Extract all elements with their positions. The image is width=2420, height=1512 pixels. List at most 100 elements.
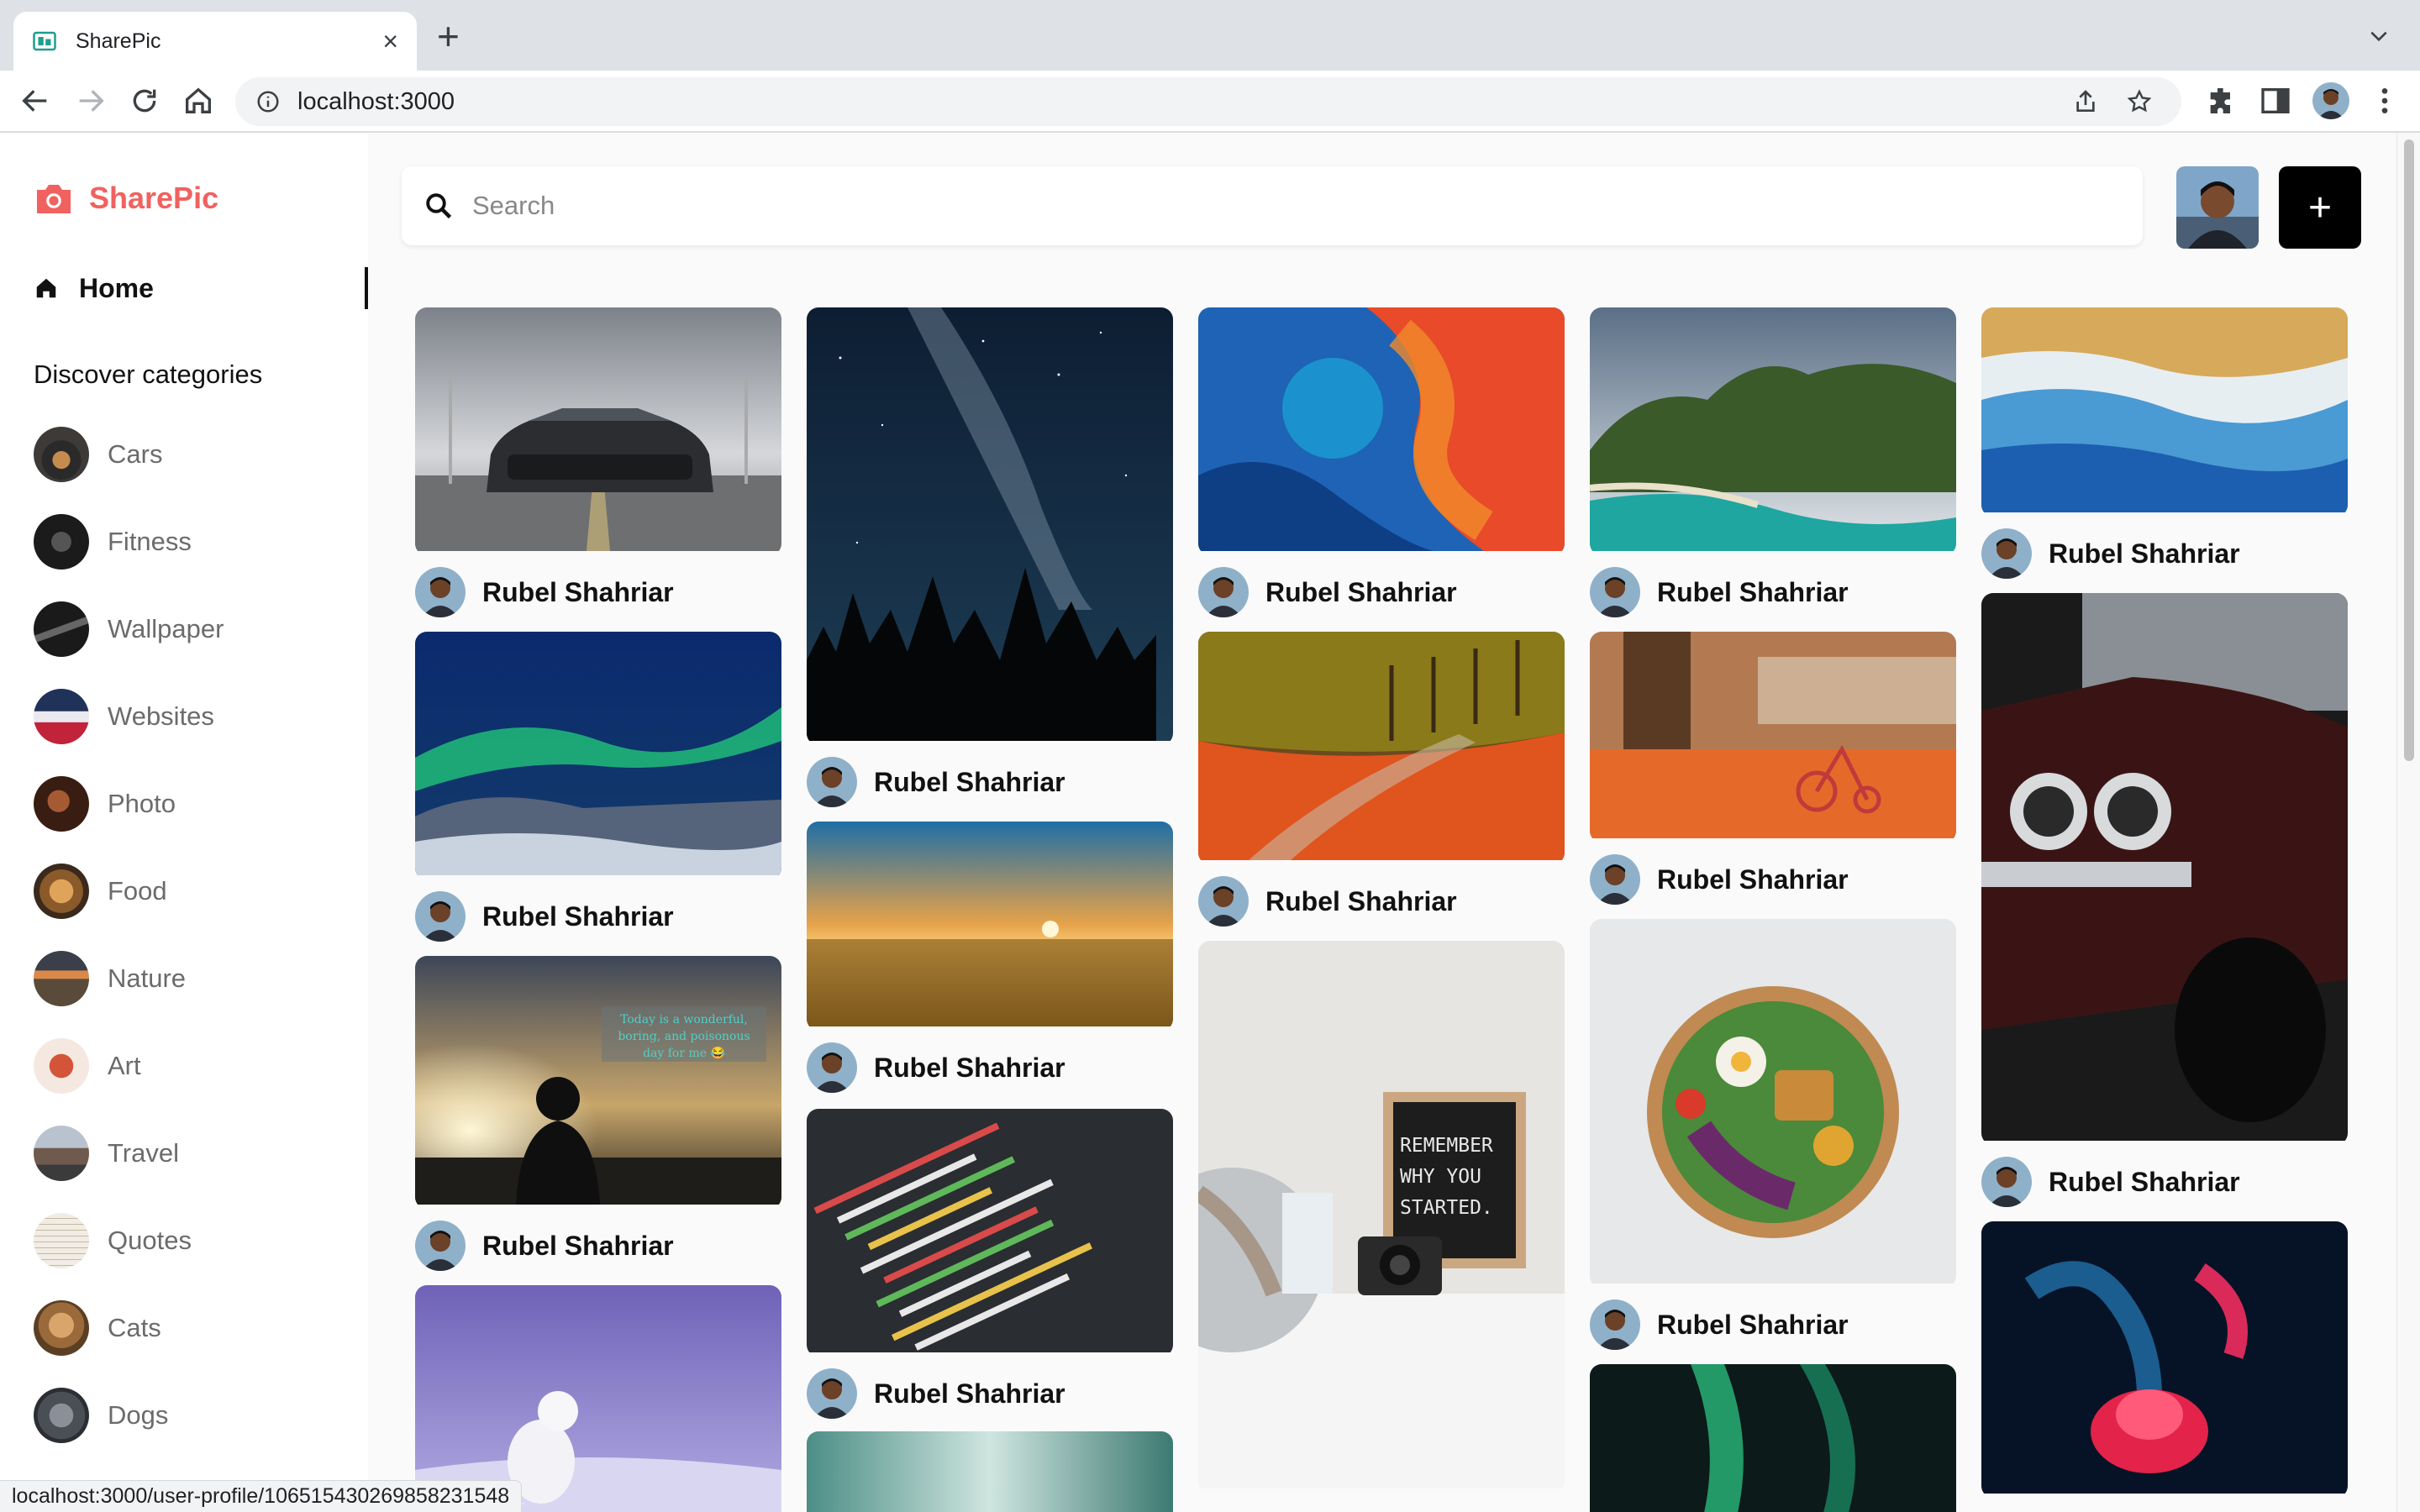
pin-image[interactable] bbox=[807, 1431, 1173, 1512]
sidebar-item-art[interactable]: Art bbox=[34, 1037, 336, 1095]
pin-image[interactable]: Today is a wonderful, boring, and poison… bbox=[415, 956, 781, 1209]
pin-card[interactable]: Today is a wonderful, boring, and poison… bbox=[415, 956, 781, 1271]
page-scrollbar[interactable] bbox=[2396, 133, 2420, 1512]
home-icon[interactable] bbox=[182, 84, 215, 118]
scrollbar-thumb[interactable] bbox=[2404, 139, 2414, 761]
pin-card[interactable]: Rubel Shahriar bbox=[1590, 919, 1956, 1350]
extensions-puzzle-icon[interactable] bbox=[2205, 84, 2238, 118]
autumn-path-photo bbox=[1198, 632, 1565, 860]
sidebar-item-travel[interactable]: Travel bbox=[34, 1124, 336, 1183]
salad-bowl-photo bbox=[1590, 919, 1956, 1284]
pin-card[interactable]: Rubel Shahriar bbox=[1198, 632, 1565, 927]
category-avatar bbox=[34, 689, 89, 744]
sidebar-item-cats[interactable]: Cats bbox=[34, 1299, 336, 1357]
browser-profile-avatar[interactable] bbox=[2312, 82, 2349, 119]
author-name: Rubel Shahriar bbox=[482, 576, 674, 607]
close-tab-icon[interactable]: × bbox=[382, 28, 398, 55]
author-name: Rubel Shahriar bbox=[2049, 538, 2240, 569]
sidebar-item-food[interactable]: Food bbox=[34, 862, 336, 921]
new-tab-icon[interactable]: + bbox=[437, 17, 460, 55]
back-arrow-icon[interactable] bbox=[18, 84, 52, 118]
pin-author[interactable]: Rubel Shahriar bbox=[1590, 854, 1956, 905]
sidebar-item-photo[interactable]: Photo bbox=[34, 774, 336, 833]
sidebar-item-quotes[interactable]: Quotes bbox=[34, 1211, 336, 1270]
pin-image[interactable] bbox=[1590, 632, 1956, 843]
pin-author[interactable]: Rubel Shahriar bbox=[1590, 567, 1956, 617]
pin-card[interactable]: Rubel Shahriar bbox=[415, 632, 781, 942]
pin-card[interactable] bbox=[1981, 1221, 2348, 1498]
pin-author[interactable]: Rubel Shahriar bbox=[1590, 1299, 1956, 1350]
code-screen-photo bbox=[807, 1109, 1173, 1352]
pin-card[interactable] bbox=[1590, 1364, 1956, 1512]
address-bar[interactable]: localhost:3000 bbox=[235, 77, 2181, 126]
forward-arrow-icon[interactable] bbox=[74, 84, 108, 118]
pin-image[interactable] bbox=[807, 822, 1173, 1031]
bookmark-star-icon[interactable] bbox=[2126, 88, 2153, 115]
pin-card[interactable]: Rubel Shahriar bbox=[1590, 307, 1956, 617]
pin-card[interactable]: Rubel Shahriar bbox=[807, 1109, 1173, 1419]
side-panel-icon[interactable] bbox=[2259, 84, 2292, 118]
sidebar-item-label: Nature bbox=[108, 963, 187, 993]
search-input[interactable] bbox=[472, 191, 2069, 221]
sidebar-item-dogs[interactable]: Dogs bbox=[34, 1386, 336, 1445]
sidebar-item-wallpaper[interactable]: Wallpaper bbox=[34, 600, 336, 659]
pin-card[interactable]: Rubel Shahriar bbox=[415, 307, 781, 617]
pin-card[interactable]: Rubel Shahriar bbox=[1198, 307, 1565, 617]
pin-image[interactable] bbox=[1198, 632, 1565, 864]
reload-icon[interactable] bbox=[128, 84, 161, 118]
pin-image[interactable] bbox=[415, 632, 781, 879]
sidebar-item-websites[interactable]: Websites bbox=[34, 687, 336, 746]
discover-heading: Discover categories bbox=[34, 360, 263, 389]
browser-toolbar: localhost:3000 bbox=[0, 71, 2420, 133]
app-logo[interactable]: SharePic bbox=[34, 180, 218, 217]
pin-author[interactable]: Rubel Shahriar bbox=[1981, 1157, 2348, 1207]
pin-author[interactable]: Rubel Shahriar bbox=[1981, 528, 2348, 579]
sidebar-item-nature[interactable]: Nature bbox=[34, 949, 336, 1008]
pin-author[interactable]: Rubel Shahriar bbox=[415, 567, 781, 617]
info-icon[interactable] bbox=[255, 89, 281, 114]
user-profile-avatar[interactable] bbox=[2176, 166, 2259, 249]
sidebar-item-home[interactable]: Home bbox=[34, 267, 368, 309]
share-icon[interactable] bbox=[2072, 88, 2099, 115]
pin-author[interactable]: Rubel Shahriar bbox=[807, 757, 1173, 807]
pin-author[interactable]: Rubel Shahriar bbox=[807, 1368, 1173, 1419]
browser-tab-strip: SharePic × + bbox=[0, 0, 2420, 71]
sidebar-item-label: Art bbox=[108, 1051, 141, 1080]
pin-card[interactable]: Rubel Shahriar bbox=[1590, 632, 1956, 905]
pin-image[interactable] bbox=[415, 1285, 781, 1512]
pin-author[interactable]: Rubel Shahriar bbox=[415, 891, 781, 942]
search-bar[interactable] bbox=[402, 166, 2143, 245]
pin-card[interactable]: Rubel Shahriar bbox=[1981, 307, 2348, 579]
pin-image[interactable] bbox=[807, 1109, 1173, 1357]
pin-author[interactable]: Rubel Shahriar bbox=[807, 1042, 1173, 1093]
pin-author[interactable]: Rubel Shahriar bbox=[1198, 876, 1565, 927]
kebab-menu-icon[interactable] bbox=[2368, 84, 2402, 118]
pin-card[interactable]: Rubel Shahriar bbox=[807, 307, 1173, 807]
pin-image[interactable] bbox=[807, 307, 1173, 745]
sidebar-item-cars[interactable]: Cars bbox=[34, 425, 336, 484]
pin-author[interactable]: Rubel Shahriar bbox=[415, 1221, 781, 1271]
pin-image[interactable] bbox=[1590, 1364, 1956, 1512]
pin-image[interactable] bbox=[1590, 307, 1956, 555]
pin-card[interactable] bbox=[807, 1431, 1173, 1512]
category-avatar bbox=[34, 1126, 89, 1181]
pin-image[interactable] bbox=[1981, 307, 2348, 517]
browser-tab[interactable]: SharePic × bbox=[13, 12, 417, 71]
sidebar-item-fitness[interactable]: Fitness bbox=[34, 512, 336, 571]
pin-image[interactable]: REMEMBER WHY YOU STARTED. bbox=[1198, 941, 1565, 1493]
pin-card[interactable]: Rubel Shahriar bbox=[1981, 593, 2348, 1207]
pin-author[interactable]: Rubel Shahriar bbox=[1198, 567, 1565, 617]
pin-image[interactable] bbox=[415, 307, 781, 555]
pin-card[interactable] bbox=[415, 1285, 781, 1512]
chevron-down-icon[interactable] bbox=[2368, 25, 2390, 47]
ocean-wave-photo bbox=[1981, 307, 2348, 512]
colorful-smoke-photo bbox=[1198, 307, 1565, 551]
pin-image[interactable] bbox=[1198, 307, 1565, 555]
pin-image[interactable] bbox=[1981, 593, 2348, 1145]
pin-image[interactable] bbox=[1590, 919, 1956, 1288]
pin-card[interactable]: REMEMBER WHY YOU STARTED. bbox=[1198, 941, 1565, 1493]
pin-card[interactable]: Rubel Shahriar bbox=[807, 822, 1173, 1093]
pin-image[interactable] bbox=[1981, 1221, 2348, 1498]
letterboard-text: REMEMBER WHY YOU STARTED. bbox=[1400, 1135, 1493, 1219]
create-pin-button[interactable]: + bbox=[2279, 166, 2361, 249]
